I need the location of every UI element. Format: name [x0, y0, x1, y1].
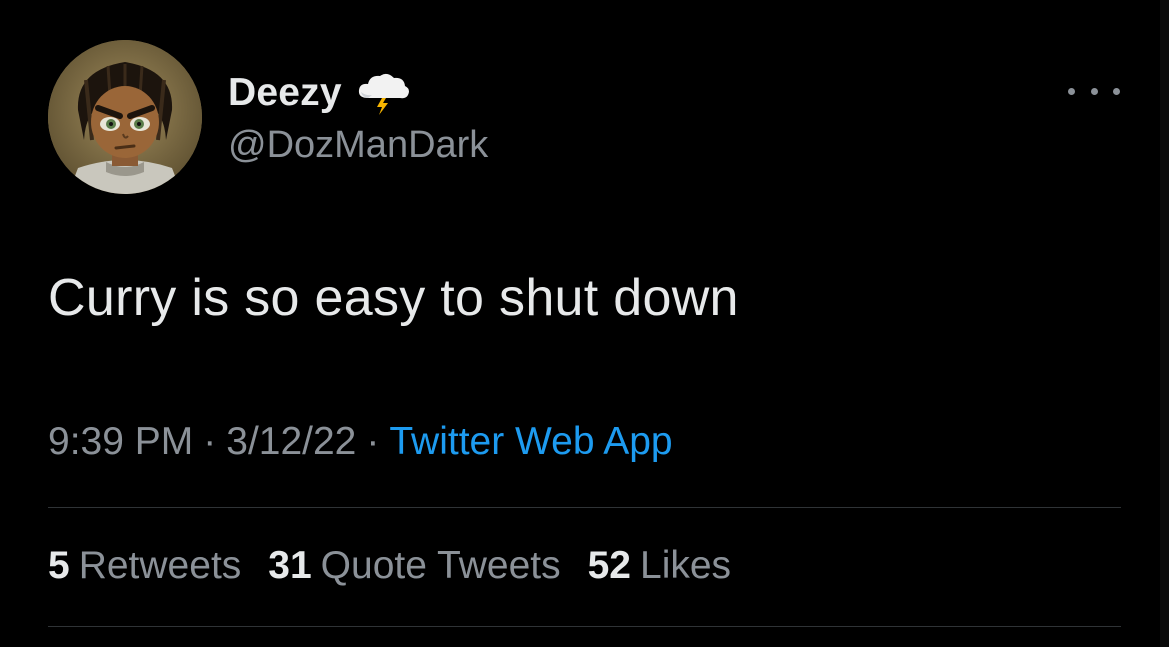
tweet-text: Curry is so easy to shut down: [48, 269, 739, 327]
retweets-label: Retweets: [78, 544, 242, 587]
tweet-card: Deezy @DozManDark Curry is so easy to sh…: [0, 0, 1169, 647]
quote-tweets-stat[interactable]: 31 Quote Tweets: [268, 544, 560, 588]
tweet-source-link[interactable]: Twitter Web App: [389, 420, 672, 463]
tweet-date[interactable]: 3/12/22: [226, 420, 356, 463]
retweets-count: 5: [48, 544, 70, 587]
scrollbar[interactable]: [1160, 0, 1169, 647]
cloud-with-lightning-icon: [356, 70, 412, 116]
more-dot: [1113, 87, 1120, 95]
likes-stat[interactable]: 52 Likes: [588, 544, 731, 588]
avatar[interactable]: [48, 40, 202, 194]
quote-tweets-count: 31: [268, 544, 312, 587]
engagement-stats: 5 Retweets 31 Quote Tweets 52 Likes: [48, 544, 758, 588]
likes-label: Likes: [640, 544, 732, 587]
more-dot: [1068, 87, 1075, 95]
display-name-row[interactable]: Deezy: [228, 70, 412, 116]
divider: [48, 626, 1121, 627]
more-options-icon[interactable]: [1068, 80, 1120, 102]
user-handle[interactable]: @DozManDark: [228, 124, 488, 167]
likes-count: 52: [587, 544, 631, 587]
tweet-meta: 9:39 PM · 3/12/22 · Twitter Web App: [48, 420, 673, 464]
meta-separator: ·: [203, 420, 217, 463]
retweets-stat[interactable]: 5 Retweets: [48, 544, 241, 588]
display-name[interactable]: Deezy: [228, 71, 342, 115]
meta-separator: ·: [366, 420, 380, 463]
avatar-image: [48, 40, 202, 194]
divider: [48, 507, 1121, 508]
quote-tweets-label: Quote Tweets: [320, 544, 561, 587]
tweet-time[interactable]: 9:39 PM: [48, 420, 193, 463]
more-dot: [1090, 87, 1098, 95]
